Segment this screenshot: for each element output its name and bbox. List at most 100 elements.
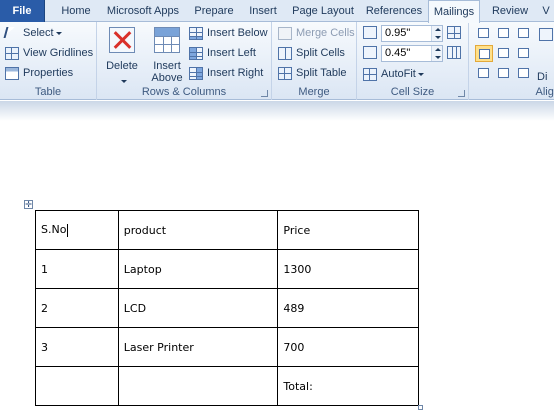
delete-button[interactable]: Delete: [99, 22, 145, 84]
tab-prepare[interactable]: Prepare: [189, 0, 239, 22]
tab-home[interactable]: Home: [52, 0, 100, 22]
cell-text: 1: [41, 262, 48, 276]
insert-above-label-line2: Above: [151, 72, 183, 84]
align-bottom-left-icon: [478, 68, 489, 78]
align-top-center-icon: [498, 28, 509, 38]
ribbon-tab-bar: File Home Microsoft Apps Prepare Insert …: [0, 0, 554, 23]
table-move-handle-icon[interactable]: ✛: [24, 200, 33, 209]
merge-cells-icon: [278, 27, 292, 40]
split-cells-icon: [278, 47, 292, 60]
cell-text: Price: [283, 223, 311, 237]
delete-table-icon: [109, 27, 135, 53]
tab-insert[interactable]: Insert: [243, 0, 283, 22]
table-row: 3 Laser Printer 700: [35, 327, 419, 367]
tab-view[interactable]: V: [538, 0, 554, 22]
column-width-input[interactable]: 0.45": [381, 45, 443, 62]
chevron-down-icon: [417, 72, 424, 76]
align-bottom-right-icon: [518, 68, 529, 78]
table-cell[interactable]: 3: [35, 327, 119, 367]
distribute-columns-icon[interactable]: [447, 46, 461, 59]
tab-file[interactable]: File: [0, 0, 45, 22]
gridlines-icon: [5, 47, 19, 60]
align-top-left-icon: [478, 28, 489, 38]
column-width-value: 0.45": [385, 47, 411, 59]
row-height-input[interactable]: 0.95": [381, 25, 443, 42]
select-label: Select: [23, 27, 54, 39]
align-bottom-right-button[interactable]: [515, 65, 533, 82]
table-resize-handle[interactable]: [418, 405, 423, 410]
align-center-left-icon: [479, 49, 490, 59]
group-label-merge: Merge: [298, 86, 330, 98]
tab-mailings[interactable]: Mailings: [428, 0, 480, 23]
align-center-right-button[interactable]: [515, 45, 533, 62]
group-merge: Merge Cells Split Cells Split Table Merg…: [272, 22, 357, 100]
cell-text: product: [123, 223, 167, 237]
text-direction-icon[interactable]: [539, 28, 553, 41]
align-center-icon: [498, 48, 509, 58]
insert-right-icon: [189, 67, 203, 80]
autofit-icon: [363, 68, 377, 81]
cell-size-dialog-launcher[interactable]: [458, 90, 465, 97]
page-top-shadow: [0, 101, 554, 121]
align-bottom-center-button[interactable]: [495, 65, 513, 82]
align-top-right-button[interactable]: [515, 25, 533, 42]
table-cell[interactable]: 700: [277, 327, 419, 367]
insert-below-icon: [189, 27, 203, 40]
select-arrow-icon: [3, 27, 15, 38]
table-cell[interactable]: product: [117, 210, 279, 250]
insert-left-icon: [189, 47, 203, 60]
insert-above-button[interactable]: Insert Above: [147, 22, 187, 84]
column-width-icon: [363, 46, 377, 59]
table-row: 1 Laptop 1300: [35, 249, 419, 289]
table-cell[interactable]: [117, 366, 279, 406]
table-cell[interactable]: Laptop: [117, 249, 279, 289]
cell-text: 3: [41, 340, 48, 354]
row-height-value: 0.95": [385, 27, 411, 39]
table-cell[interactable]: Laser Printer: [117, 327, 279, 367]
view-gridlines-label: View Gridlines: [23, 47, 94, 59]
cell-text: Total:: [283, 379, 313, 393]
column-width-spinner-icon[interactable]: [431, 46, 442, 61]
align-center-left-button[interactable]: [475, 45, 493, 62]
properties-label: Properties: [23, 67, 74, 79]
text-cursor: [67, 223, 69, 237]
align-center-right-icon: [518, 48, 529, 58]
align-bottom-left-button[interactable]: [475, 65, 493, 82]
tab-references[interactable]: References: [362, 0, 426, 22]
table-cell[interactable]: 1: [35, 249, 119, 289]
table-cell[interactable]: Total:: [277, 366, 419, 406]
merge-cells-label: Merge Cells: [296, 27, 355, 39]
align-top-center-button[interactable]: [495, 25, 513, 42]
group-table: Select View Gridlines Properties Table: [0, 22, 97, 100]
insert-above-icon: [154, 27, 180, 53]
autofit-label: AutoFit: [381, 68, 416, 80]
cell-text: Laptop: [123, 262, 162, 276]
row-height-icon: [363, 26, 377, 39]
table-cell[interactable]: [35, 366, 119, 406]
table-cell[interactable]: 489: [277, 288, 419, 328]
split-cells-label: Split Cells: [296, 47, 345, 59]
properties-icon: [5, 67, 19, 80]
text-direction-label[interactable]: Di: [537, 71, 547, 83]
table-cell[interactable]: Price: [277, 210, 419, 250]
tab-microsoft-apps[interactable]: Microsoft Apps: [102, 0, 184, 22]
align-top-left-button[interactable]: [475, 25, 493, 42]
insert-left-label: Insert Left: [207, 47, 256, 59]
group-label-alignment: Align: [535, 86, 554, 98]
cell-text: 1300: [283, 262, 312, 276]
cell-text: LCD: [123, 301, 147, 315]
table-cell[interactable]: 1300: [277, 249, 419, 289]
row-height-spinner-icon[interactable]: [431, 26, 442, 41]
rows-columns-dialog-launcher[interactable]: [261, 90, 268, 97]
table-cell[interactable]: S.No: [35, 210, 119, 250]
document-table[interactable]: S.No product Price 1 Laptop 1300 2 LCD 4…: [35, 210, 419, 406]
tab-page-layout[interactable]: Page Layout: [287, 0, 359, 22]
tab-review[interactable]: Review: [486, 0, 534, 22]
table-cell[interactable]: LCD: [117, 288, 279, 328]
cell-text: S.No: [41, 223, 67, 237]
distribute-rows-icon[interactable]: [447, 26, 461, 39]
align-top-right-icon: [518, 28, 529, 38]
group-label-cell-size: Cell Size: [390, 86, 435, 98]
align-center-button[interactable]: [495, 45, 513, 62]
table-cell[interactable]: 2: [35, 288, 119, 328]
